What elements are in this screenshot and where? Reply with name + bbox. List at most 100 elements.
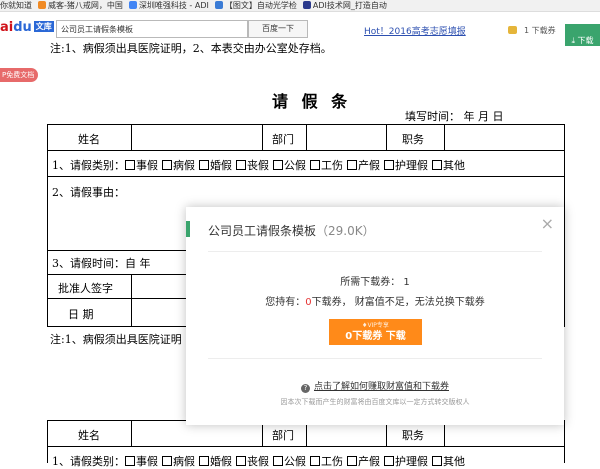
leave-time-label: 3、请假时间：自 年 <box>52 257 151 270</box>
checkbox-square-icon <box>125 160 135 170</box>
bookmark-item[interactable]: 【图文】自动光学检 <box>214 0 297 11</box>
leave-type-option-label: 婚假 <box>210 159 232 172</box>
leave-type-option-label: 公假 <box>284 455 306 468</box>
bookmark-label: 你就知道 <box>0 1 32 10</box>
leave-type-option: 病假 <box>162 159 195 172</box>
held-coupons: 您持有：0下载券， 财富值不足，无法兑换下载券 <box>186 293 564 308</box>
post-label: 职务 <box>402 429 424 442</box>
bookmark-label: 【图文】自动光学检 <box>224 1 297 10</box>
bookmarks-bar: 你就知道 威客-猪八戒网，中国 深圳唯强科技 - ADI 【图文】自动光学检 ADI技术… <box>0 0 600 12</box>
coupon-count: 1 下载券 <box>524 26 556 35</box>
table-line <box>47 124 48 326</box>
question-icon: ? <box>300 384 310 393</box>
vip-download-button[interactable]: ♦VIP专享 0下载券 下载 <box>329 319 422 345</box>
leave-type-option-label: 工伤 <box>321 159 343 172</box>
leave-type-option-label: 事假 <box>136 455 158 468</box>
leave-type-option: 产假 <box>347 455 380 468</box>
leave-type-option: 护理假 <box>384 159 428 172</box>
wenku-logo[interactable]: aidu 文库 <box>0 20 54 35</box>
dialog-divider <box>208 251 542 252</box>
table-line <box>47 150 565 151</box>
leave-type-label: 1、请假类别： <box>52 159 125 172</box>
leave-type-row: 1、请假类别： 事假 病假 婚假 丧假 公假 工伤 产假 护理假 其他 <box>52 157 469 173</box>
checkbox-square-icon <box>384 456 394 466</box>
checkbox-square-icon <box>347 456 357 466</box>
vip-download-label: 0下载券 下载 <box>345 331 406 342</box>
bookmark-favicon-icon <box>38 1 46 9</box>
search-input[interactable]: 公司员工请假条模板 <box>56 20 248 38</box>
search-button[interactable]: 百度一下 <box>248 20 308 38</box>
bookmark-favicon-icon <box>128 1 137 9</box>
leave-type-option: 丧假 <box>236 455 269 468</box>
earn-wealth-link[interactable]: 点击了解如何赚取财富值和下载券 <box>314 382 449 392</box>
table-line <box>262 124 263 150</box>
vip-free-tag[interactable]: P免费文档 <box>0 68 39 82</box>
fill-time: 填写时间： 年 月 日 <box>405 110 504 123</box>
leave-type-option: 婚假 <box>199 159 232 172</box>
bookmark-item[interactable]: 你就知道 <box>0 0 32 11</box>
leave-type-option-label: 病假 <box>173 455 195 468</box>
vip-text: VIP专享 <box>367 322 389 329</box>
leave-type-option-label: 护理假 <box>395 455 428 468</box>
leave-type-options: 事假 病假 婚假 丧假 公假 工伤 产假 护理假 其他 <box>125 159 469 172</box>
leave-type-option-label: 其他 <box>443 455 465 468</box>
top-note: 注:1、病假须出具医院证明，2、本表交由办公室处存档。 <box>50 42 332 55</box>
doc-title: 请 假 条 <box>272 92 352 111</box>
dialog-doc-name: 公司员工请假条模板 <box>208 224 317 238</box>
leave-type-option-label: 婚假 <box>210 455 232 468</box>
leave-type-option: 公假 <box>273 159 306 172</box>
table-line <box>47 446 565 447</box>
bottom-note: 注:1、病假须出具医院证明 <box>50 333 182 346</box>
table-line <box>47 420 48 463</box>
leave-type-option: 病假 <box>162 455 195 468</box>
bookmark-item[interactable]: ADI技术网_打造自动 <box>302 0 387 11</box>
checkbox-square-icon <box>384 160 394 170</box>
checkbox-square-icon <box>347 160 357 170</box>
leave-type-option-label: 事假 <box>136 159 158 172</box>
dept-label: 部门 <box>272 133 294 146</box>
checkbox-square-icon <box>273 456 283 466</box>
table-line <box>564 420 565 463</box>
leave-type-option: 事假 <box>125 455 158 468</box>
post-label: 职务 <box>402 133 424 146</box>
checkbox-square-icon <box>199 160 209 170</box>
leave-type-option: 其他 <box>432 455 465 468</box>
bookmark-item[interactable]: 威客-猪八戒网，中国 <box>38 0 123 11</box>
table-line <box>444 124 445 150</box>
leave-type-option: 丧假 <box>236 159 269 172</box>
checkbox-square-icon <box>162 456 172 466</box>
leave-type-option: 工伤 <box>310 455 343 468</box>
dialog-accent-bar <box>186 221 190 237</box>
checkbox-square-icon <box>125 456 135 466</box>
hot-link[interactable]: Hot！2016高考志愿填报 <box>364 24 466 37</box>
leave-type-option-label: 护理假 <box>395 159 428 172</box>
checkbox-square-icon <box>310 456 320 466</box>
checkbox-square-icon <box>273 160 283 170</box>
help-row: ? 点击了解如何赚取财富值和下载券 <box>186 379 564 393</box>
date-label: 日 期 <box>68 308 94 321</box>
leave-type-option-label: 产假 <box>358 455 380 468</box>
leave-type-option: 婚假 <box>199 455 232 468</box>
bookmark-favicon-icon <box>214 1 223 9</box>
close-icon[interactable]: × <box>541 214 554 233</box>
leave-reason-label: 2、请假事由： <box>52 186 125 199</box>
dialog-divider <box>208 358 542 359</box>
table-line <box>47 176 565 177</box>
copyright-note: 因本次下载而产生的财富将由百度文库以一定方式转交版权人 <box>280 398 470 406</box>
leave-type-row: 1、请假类别： 事假 病假 婚假 丧假 公假 工伤 产假 护理假 其他 <box>52 453 469 469</box>
leave-type-option: 工伤 <box>310 159 343 172</box>
leave-type-option-label: 公假 <box>284 159 306 172</box>
dialog-title: 公司员工请假条模板（29.0K） <box>208 222 375 239</box>
checkbox-square-icon <box>236 160 246 170</box>
leave-type-option-label: 丧假 <box>247 159 269 172</box>
coupon-icon <box>508 26 517 34</box>
checkbox-square-icon <box>310 160 320 170</box>
checkbox-square-icon <box>432 456 442 466</box>
bookmark-item[interactable]: 深圳唯强科技 - ADI <box>128 0 209 11</box>
leave-type-option: 事假 <box>125 159 158 172</box>
leave-type-option: 产假 <box>347 159 380 172</box>
name-label: 姓名 <box>78 133 100 146</box>
download-label: 下载 <box>577 36 594 45</box>
bookmark-label: 深圳唯强科技 - ADI <box>138 1 209 10</box>
table-line <box>131 274 132 326</box>
